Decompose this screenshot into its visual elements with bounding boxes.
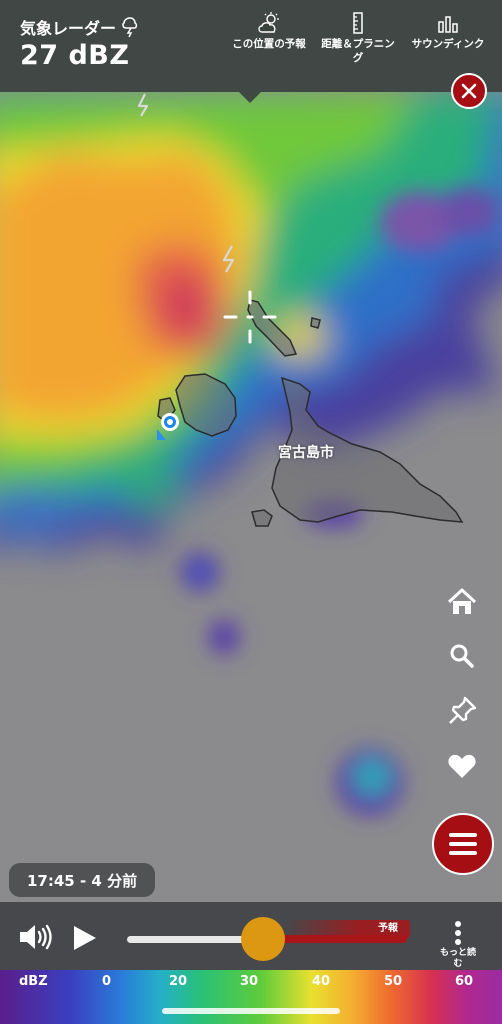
header-pointer [239, 92, 261, 103]
home-button[interactable] [444, 584, 480, 620]
legend-tick: 0 [102, 974, 112, 989]
close-icon [461, 83, 477, 99]
color-legend: dBZ 0 20 30 40 50 60 [0, 970, 502, 1024]
forecast-here-label: この位置の予報 [232, 38, 306, 50]
radar-overlay [0, 92, 502, 902]
layer-title: 気象レーダー [20, 19, 117, 38]
distance-planning-button[interactable]: 距離＆プラニング [312, 12, 404, 65]
speaker-icon [20, 924, 52, 950]
search-button[interactable] [444, 638, 480, 674]
location-dot-icon[interactable] [154, 406, 188, 446]
play-icon [74, 926, 96, 950]
ruler-icon [353, 12, 363, 34]
bar-chart-icon [438, 16, 458, 33]
legend-tick: 30 [240, 974, 259, 989]
cloud-sun-icon [258, 12, 279, 33]
search-icon [450, 644, 474, 668]
forecast-label: 予報 [378, 923, 398, 934]
legend-unit: dBZ [19, 974, 48, 989]
sounding-button[interactable]: サウンディンク [402, 12, 494, 51]
sound-button[interactable] [18, 922, 54, 956]
lightning-icon [122, 17, 138, 37]
home-indicator[interactable] [162, 1008, 340, 1014]
hamburger-menu-icon [449, 833, 477, 855]
more-button[interactable]: もっと読む [432, 920, 484, 970]
radar-map[interactable]: 宮古島市 [0, 92, 502, 902]
pin-icon [449, 696, 477, 724]
more-label: もっと読む [439, 948, 476, 969]
main-menu-button[interactable] [432, 813, 494, 875]
legend-tick: 40 [312, 974, 331, 989]
play-button[interactable] [72, 924, 98, 956]
pin-button[interactable] [444, 693, 480, 729]
legend-tick: 50 [384, 974, 403, 989]
forecast-here-button[interactable]: この位置の予報 [223, 12, 315, 51]
forecast-track[interactable] [267, 935, 407, 943]
timeline-thumb[interactable] [241, 917, 285, 961]
top-header: 気象レーダー 27 dBZ この位置の予報 距離＆プラニング サウンディンク [0, 0, 502, 92]
timestamp-label: 17:45 - 4 分前 [9, 863, 156, 897]
distance-planning-label: 距離＆プラニング [321, 38, 395, 64]
heart-icon [448, 754, 476, 778]
playback-bar: 予報 もっと読む [0, 902, 502, 970]
favorite-button[interactable] [444, 748, 480, 784]
radar-value: 27 dBZ [20, 40, 130, 71]
legend-tick: 20 [169, 974, 188, 989]
city-label: 宮古島市 [278, 445, 334, 461]
close-button[interactable] [451, 73, 487, 109]
crosshair-icon [223, 290, 277, 344]
sounding-label: サウンディンク [411, 38, 485, 50]
home-icon [447, 588, 477, 614]
legend-tick: 60 [455, 974, 474, 989]
more-vertical-icon [455, 921, 461, 945]
